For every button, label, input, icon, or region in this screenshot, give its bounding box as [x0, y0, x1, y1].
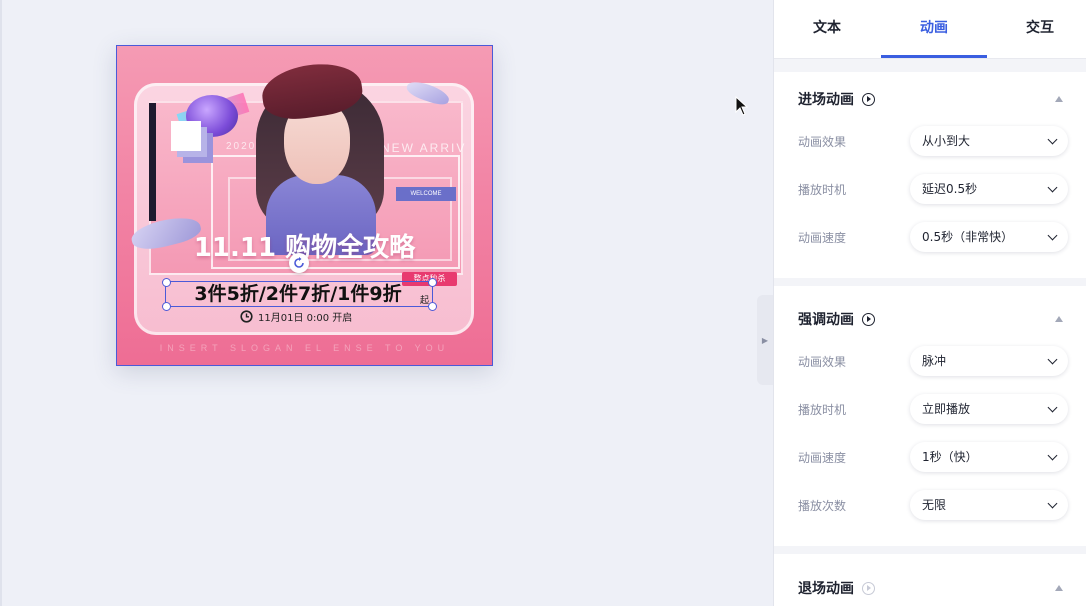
- chevron-down-icon: [1047, 230, 1058, 241]
- tab-text[interactable]: 文本: [774, 0, 880, 58]
- entrance-effect-select[interactable]: 从小到大: [910, 126, 1068, 156]
- cube-graphic: [171, 121, 201, 151]
- emphasis-speed-label: 动画速度: [798, 451, 847, 465]
- entrance-speed-select[interactable]: 0.5秒（非常快）: [910, 222, 1068, 252]
- bg-year-text: 2020: [226, 141, 257, 152]
- play-icon: [862, 581, 875, 595]
- clock-icon: [240, 310, 253, 323]
- entrance-timing-value: 延迟0.5秒: [922, 182, 978, 196]
- entrance-header[interactable]: 进场动画: [798, 87, 875, 111]
- entrance-speed-label: 动画速度: [798, 231, 847, 245]
- emphasis-timing-select[interactable]: 立即播放: [910, 394, 1068, 424]
- mouse-cursor-icon: [735, 96, 749, 116]
- resize-handle-bl[interactable]: [162, 302, 171, 311]
- welcome-bar: WELCOME: [396, 187, 456, 201]
- exit-header[interactable]: 退场动画: [798, 576, 875, 600]
- poster-artboard[interactable]: 2020 NEW ARRIV WELCOME 11.11 购物全攻略 整点秒杀 …: [116, 45, 493, 366]
- emphasis-timing-value: 立即播放: [922, 402, 971, 416]
- play-icon[interactable]: [862, 92, 875, 106]
- chevron-down-icon: [1047, 450, 1058, 461]
- emphasis-effect-value: 脉冲: [922, 354, 947, 368]
- chevron-down-icon: [1047, 498, 1058, 509]
- collapse-arrow-icon: ▶: [761, 335, 769, 345]
- collapse-caret-icon[interactable]: [1055, 96, 1063, 102]
- editor-canvas[interactable]: 2020 NEW ARRIV WELCOME 11.11 购物全攻略 整点秒杀 …: [0, 0, 773, 606]
- rotate-icon: [294, 257, 304, 268]
- active-tab-indicator: [881, 55, 987, 58]
- selection-box[interactable]: [165, 281, 433, 307]
- emphasis-count-label: 播放次数: [798, 499, 847, 513]
- collapse-caret-icon[interactable]: [1055, 585, 1063, 591]
- chevron-down-icon: [1047, 402, 1058, 413]
- start-time-row[interactable]: 11月01日 0:00 开启: [240, 309, 352, 324]
- properties-panel: 文本 动画 交互 进场动画 动画效果 从小到大 播放时机 延迟0.5秒 动画速度…: [773, 0, 1086, 606]
- emphasis-timing-label: 播放时机: [798, 403, 847, 417]
- entrance-animation-section: 进场动画 动画效果 从小到大 播放时机 延迟0.5秒 动画速度 0.5秒（非常快…: [774, 72, 1086, 278]
- panel-tabs: 文本 动画 交互: [774, 0, 1086, 59]
- tab-interaction[interactable]: 交互: [987, 0, 1086, 58]
- entrance-effect-label: 动画效果: [798, 135, 847, 149]
- resize-handle-tr[interactable]: [428, 278, 437, 287]
- emphasis-speed-select[interactable]: 1秒（快）: [910, 442, 1068, 472]
- start-time-text: 11月01日 0:00 开启: [258, 313, 353, 324]
- chevron-down-icon: [1047, 182, 1058, 193]
- canvas-edge: [0, 0, 2, 606]
- entrance-title: 进场动画: [798, 92, 854, 108]
- chevron-down-icon: [1047, 134, 1058, 145]
- play-icon[interactable]: [862, 312, 875, 326]
- emphasis-count-select[interactable]: 无限: [910, 490, 1068, 520]
- emphasis-speed-value: 1秒（快）: [922, 450, 978, 464]
- emphasis-count-value: 无限: [922, 498, 947, 512]
- dark-bar-graphic: [149, 103, 156, 221]
- entrance-timing-label: 播放时机: [798, 183, 847, 197]
- emphasis-title: 强调动画: [798, 312, 854, 328]
- entrance-timing-select[interactable]: 延迟0.5秒: [910, 174, 1068, 204]
- tab-animation[interactable]: 动画: [881, 0, 987, 58]
- entrance-effect-value: 从小到大: [922, 134, 971, 148]
- emphasis-effect-label: 动画效果: [798, 355, 847, 369]
- entrance-speed-value: 0.5秒（非常快）: [922, 230, 1014, 244]
- collapse-caret-icon[interactable]: [1055, 316, 1063, 322]
- exit-title: 退场动画: [798, 581, 854, 597]
- emphasis-header[interactable]: 强调动画: [798, 307, 875, 331]
- slogan-text: INSERT SLOGAN EL ENSE TO YOU: [159, 343, 450, 353]
- resize-handle-br[interactable]: [428, 302, 437, 311]
- exit-animation-section: 退场动画: [774, 554, 1086, 606]
- emphasis-effect-select[interactable]: 脉冲: [910, 346, 1068, 376]
- bg-new-arrival-text: NEW ARRIV: [381, 141, 467, 155]
- chevron-down-icon: [1047, 354, 1058, 365]
- resize-handle-tl[interactable]: [162, 278, 171, 287]
- emphasis-animation-section: 强调动画 动画效果 脉冲 播放时机 立即播放 动画速度 1秒（快） 播放次数 无…: [774, 286, 1086, 546]
- panel-collapse-toggle[interactable]: ▶: [757, 295, 773, 385]
- rotate-handle[interactable]: [289, 253, 309, 273]
